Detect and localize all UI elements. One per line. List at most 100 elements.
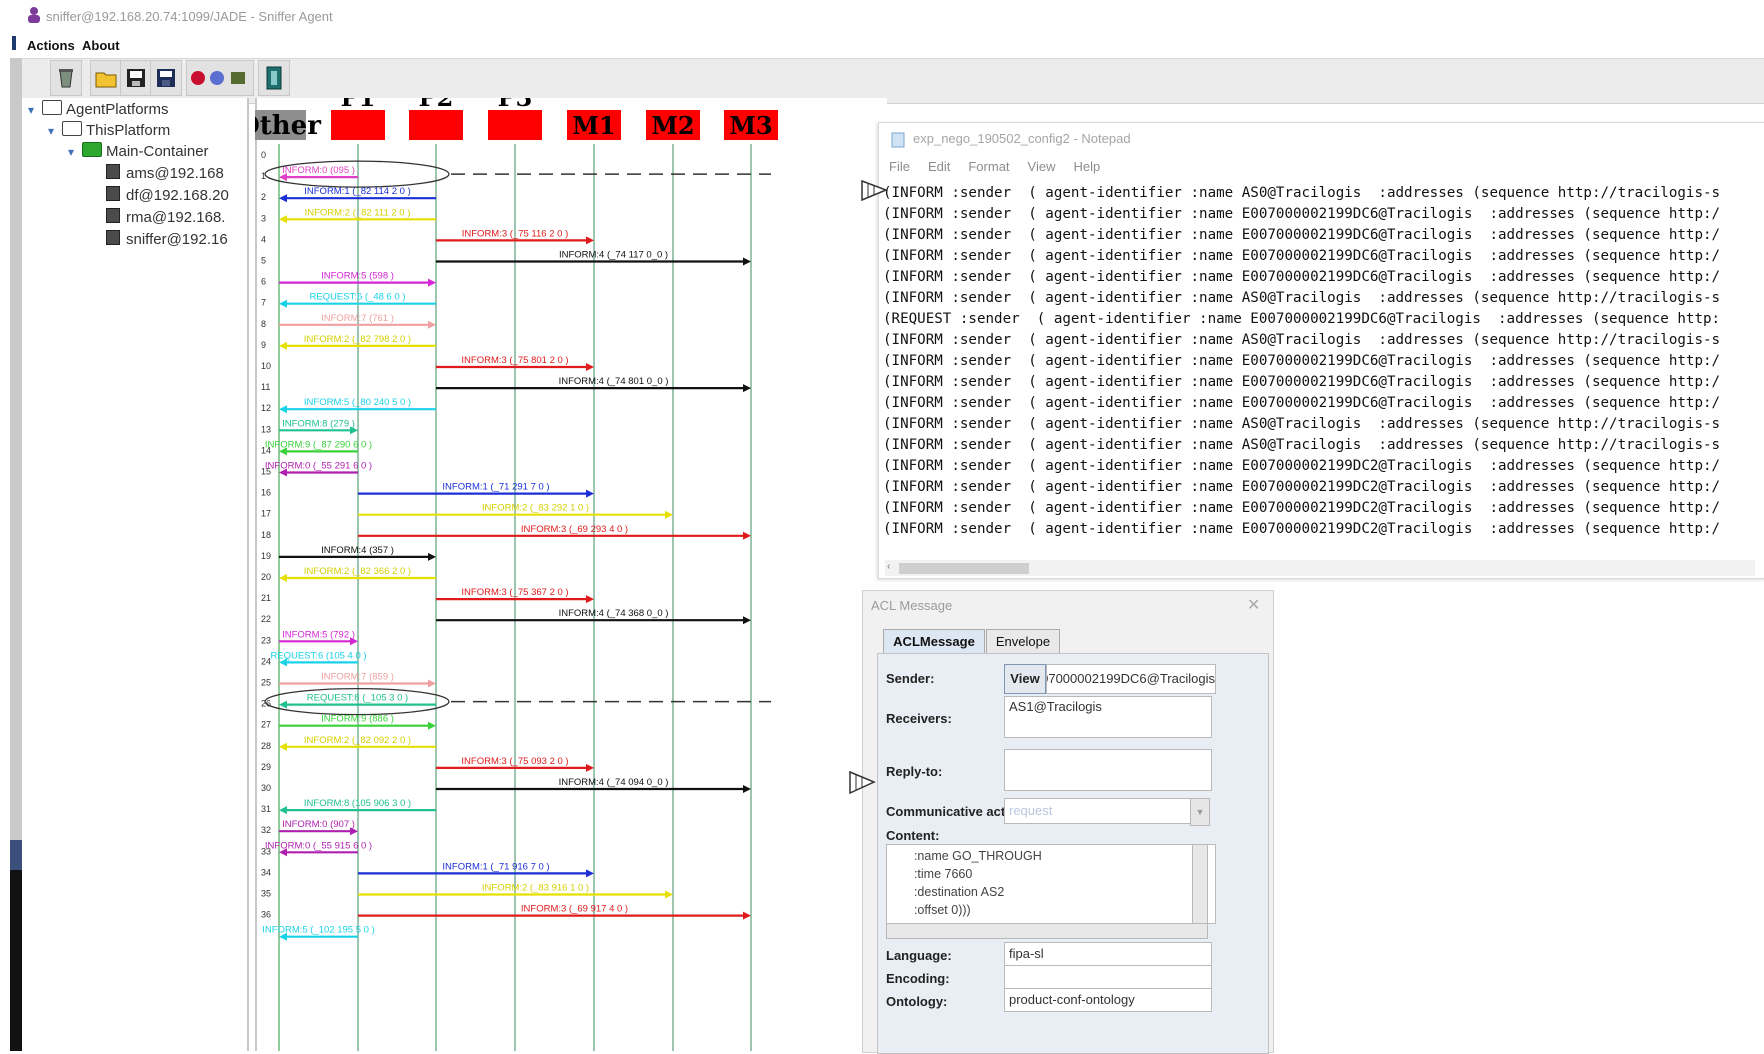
message-label: INFORM:3 (_75 093 2 0 ) (461, 756, 568, 767)
message-label: REQUEST:6 (_48 6 0 ) (309, 292, 405, 303)
notepad-menu-file[interactable]: File (889, 159, 910, 174)
tree-node-main-container[interactable]: ▾ Main-Container (68, 142, 209, 160)
message-label: INFORM:1 (_71 291 7 0 ) (442, 482, 549, 493)
menu-about[interactable]: About (82, 38, 120, 53)
row-number: 4 (261, 234, 266, 244)
arrowhead-icon (665, 510, 673, 519)
arrowhead-icon (279, 574, 287, 582)
agent-label-m1: M1 (572, 111, 615, 140)
content-horizontal-scrollbar[interactable] (886, 923, 1208, 939)
row-number: 9 (261, 340, 266, 350)
row-number: 13 (261, 424, 271, 434)
message-label: INFORM:8 (105 906 3 0 ) (304, 798, 411, 809)
message-label: INFORM:7 (859 ) (321, 672, 394, 683)
message-label: INFORM:1 (_71 916 7 0 ) (442, 861, 549, 872)
write-icon (127, 69, 145, 87)
tree-agent-df[interactable]: df@192.168.20 (106, 186, 229, 204)
close-icon[interactable]: ✕ (1247, 595, 1260, 615)
chevron-down-icon[interactable]: ▼ (1190, 798, 1210, 826)
notepad-menu-view[interactable]: View (1028, 159, 1056, 174)
notepad-menu: File Edit Format View Help (889, 159, 1118, 174)
tree-label: rma@192.168. (126, 209, 226, 226)
notepad-menu-format[interactable]: Format (968, 159, 1009, 174)
row-number: 6 (261, 277, 266, 287)
notepad-menu-help[interactable]: Help (1073, 159, 1100, 174)
arrowhead-icon (743, 616, 751, 625)
arrowhead-icon (586, 595, 594, 604)
message-label: INFORM:8 (279 ) (282, 418, 355, 429)
notepad-line: (INFORM :sender ( agent-identifier :name… (883, 353, 1721, 369)
tree-node-thisplatform[interactable]: ▾ ThisPlatform (48, 121, 170, 139)
language-field[interactable]: fipa-sl (1004, 942, 1212, 966)
exit-button[interactable] (258, 60, 290, 96)
notepad-menu-edit[interactable]: Edit (928, 159, 950, 174)
refresh-icon[interactable] (210, 71, 224, 85)
tree-agent-sniffer[interactable]: sniffer@192.16 (106, 230, 228, 248)
message-label: INFORM:0 (095 ) (282, 165, 355, 176)
agent-label-p3: P3 (498, 98, 533, 112)
message-label: INFORM:2 (_82 111 2 0 ) (305, 207, 411, 218)
agent-box-p2[interactable] (409, 110, 463, 140)
arrowhead-icon (586, 363, 594, 371)
content-text-area[interactable]: :name GO_THROUGH :time 7660 :destination… (886, 844, 1216, 924)
container-folder-icon (82, 142, 102, 157)
view-sender-button[interactable]: View (1004, 664, 1046, 694)
tree-agent-ams[interactable]: ams@192.168 (106, 164, 224, 182)
agent-box-p3[interactable] (488, 110, 542, 140)
reply-to-field[interactable] (1004, 749, 1212, 791)
ontology-field[interactable]: product-conf-ontology (1004, 988, 1212, 1012)
notepad-line: (INFORM :sender ( agent-identifier :name… (883, 290, 1721, 306)
sender-field[interactable]: E007000002199DC6@Tracilogis (1046, 664, 1216, 694)
exit-icon (266, 66, 282, 90)
notepad-window: exp_nego_190502_config2 - Notepad File Ed… (878, 122, 1764, 579)
scroll-left-icon[interactable]: ‹ (887, 561, 890, 572)
message-label: INFORM:9 (886 ) (321, 714, 394, 725)
tree-label: ams@192.168 (126, 165, 224, 182)
arrowhead-icon (586, 236, 594, 245)
row-number: 35 (261, 889, 271, 899)
window-title: sniffer@192.168.20.74:1099/JADE - Sniffe… (46, 9, 333, 24)
save-button[interactable] (150, 60, 182, 96)
row-number: 0 (261, 150, 266, 160)
content-vertical-scrollbar[interactable] (1192, 844, 1208, 925)
agent-icon (106, 186, 120, 201)
record-icon[interactable] (191, 71, 205, 85)
message-label: INFORM:3 (_69 293 4 0 ) (521, 524, 628, 535)
sequence-diagram[interactable]: OtherP1P2P3M1M2M301234567891011121314151… (255, 98, 885, 1051)
clear-canvas-icon (59, 69, 73, 88)
clear-canvas-button[interactable] (50, 60, 82, 96)
row-number: 17 (261, 509, 271, 519)
tree-agent-rma[interactable]: rma@192.168. (106, 208, 225, 226)
tab-envelope[interactable]: Envelope (986, 629, 1060, 654)
encoding-field[interactable] (1004, 965, 1212, 989)
message-label: INFORM:2 (_83 916 1 0 ) (482, 883, 589, 894)
acl-message-panel: Sender: View E007000002199DC6@Tracilogis… (877, 653, 1269, 1054)
folder-icon (42, 100, 62, 115)
communicative-act-select[interactable]: request (1004, 798, 1195, 824)
collapse-icon[interactable]: ▾ (28, 103, 38, 117)
write-button[interactable] (120, 60, 152, 96)
arrowhead-icon (279, 806, 287, 815)
row-number: 7 (261, 298, 266, 308)
notepad-line: (INFORM :sender ( agent-identifier :name… (883, 500, 1721, 516)
message-label: INFORM:3 (_69 917 4 0 ) (521, 904, 628, 915)
row-number: 36 (261, 910, 271, 920)
notepad-scroll-thumb[interactable] (899, 563, 1029, 574)
arrowhead-icon (428, 320, 436, 329)
agent-icon (106, 208, 120, 223)
open-button[interactable] (90, 60, 122, 96)
tree-node-agentplatforms[interactable]: ▾ AgentPlatforms (28, 100, 169, 118)
notepad-text-area[interactable]: (INFORM :sender ( agent-identifier :name… (879, 183, 1764, 563)
menu-actions[interactable]: Actions (27, 38, 75, 53)
row-number: 16 (261, 488, 271, 498)
receivers-field[interactable]: AS1@Tracilogis (1004, 696, 1212, 738)
tab-aclmessage[interactable]: ACLMessage (883, 629, 985, 654)
message-label: INFORM:3 (_75 801 2 0 ) (461, 355, 568, 366)
filter-icon[interactable] (231, 72, 245, 84)
acl-message-dialog: ACL Message ✕ ACLMessage Envelope Sender… (862, 590, 1274, 1054)
agent-box-p1[interactable] (331, 110, 385, 140)
collapse-icon[interactable]: ▾ (48, 124, 58, 138)
arrowhead-icon (743, 257, 751, 266)
arrowhead-icon (586, 489, 594, 498)
collapse-icon[interactable]: ▾ (68, 145, 78, 159)
